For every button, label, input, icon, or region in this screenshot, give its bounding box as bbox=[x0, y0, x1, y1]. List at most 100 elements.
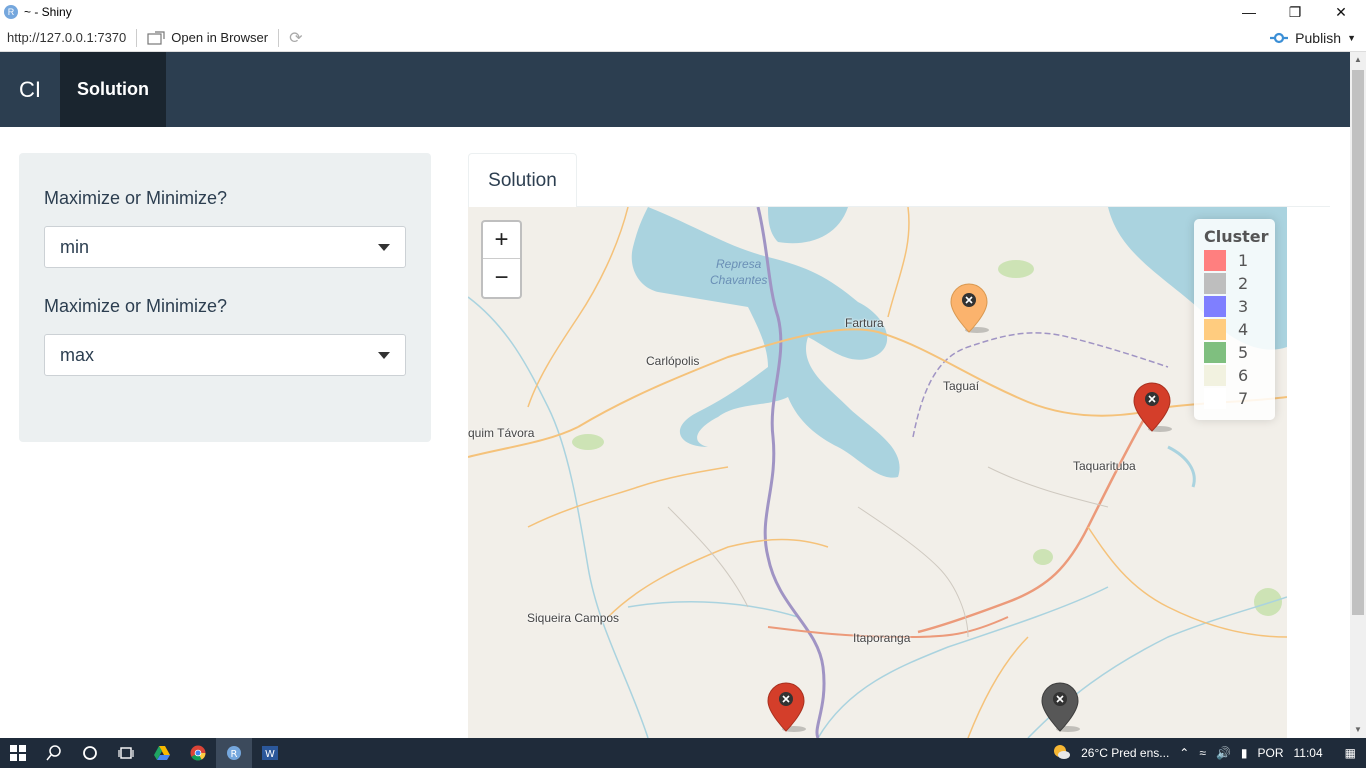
svg-text:W: W bbox=[265, 749, 275, 760]
legend-item-label: 1 bbox=[1238, 251, 1249, 270]
zoom-control: + − bbox=[481, 220, 522, 299]
windows-start-icon[interactable] bbox=[0, 738, 36, 768]
search-icon[interactable] bbox=[36, 738, 72, 768]
chrome-logo-icon bbox=[190, 745, 206, 761]
app-navbar: CI Solution bbox=[0, 52, 1350, 127]
legend-swatch bbox=[1204, 388, 1226, 409]
legend-swatch bbox=[1204, 296, 1226, 317]
system-tray: 26°C Pred ens... ⌃ ≈ 🔊 ▮ POR 11:04 ▦ bbox=[1051, 738, 1366, 768]
restore-button[interactable]: ❐ bbox=[1272, 0, 1318, 24]
scrollbar-thumb[interactable] bbox=[1352, 70, 1364, 615]
leaflet-map[interactable]: Represa Chavantes Fartura Carlópolis Tag… bbox=[468, 207, 1287, 738]
tab-solution[interactable]: Solution bbox=[468, 153, 577, 208]
legend-item: 2 bbox=[1204, 272, 1265, 295]
publish-icon bbox=[1270, 32, 1289, 44]
publish-dropdown-icon[interactable]: ▼ bbox=[1347, 33, 1356, 43]
scroll-down-arrow-icon[interactable]: ▼ bbox=[1350, 722, 1366, 738]
map-marker-cluster-4[interactable] bbox=[949, 282, 989, 334]
battery-icon[interactable]: ▮ bbox=[1241, 746, 1248, 760]
word-logo-icon: W bbox=[262, 746, 278, 760]
minimize-button[interactable]: — bbox=[1226, 0, 1272, 24]
close-window-button[interactable]: ✕ bbox=[1318, 0, 1364, 24]
legend-swatch bbox=[1204, 319, 1226, 340]
viewer-toolbar: http://127.0.0.1:7370 Open in Browser ⟳ … bbox=[0, 24, 1366, 52]
place-label-taquarituba: Taquarituba bbox=[1073, 459, 1136, 473]
window-title: ~ - Shiny bbox=[24, 5, 72, 19]
windows-logo-icon bbox=[10, 745, 26, 761]
reservoir-label: Represa Chavantes bbox=[710, 256, 767, 288]
place-label-taguai: Taguaí bbox=[943, 379, 980, 393]
legend-item-label: 2 bbox=[1238, 274, 1249, 293]
legend-swatch bbox=[1204, 273, 1226, 294]
zoom-in-button[interactable]: + bbox=[483, 222, 520, 259]
task-view-glyph-icon bbox=[118, 747, 134, 759]
open-in-browser-button[interactable]: Open in Browser bbox=[147, 30, 268, 45]
legend-title: Cluster bbox=[1204, 227, 1269, 246]
legend-swatch bbox=[1204, 342, 1226, 363]
legend-item-label: 4 bbox=[1238, 320, 1249, 339]
task-view-icon[interactable] bbox=[108, 738, 144, 768]
objective-label-2: Maximize or Minimize? bbox=[44, 296, 228, 316]
toolbar-separator bbox=[278, 28, 280, 47]
nav-tab-solution[interactable]: Solution bbox=[60, 52, 166, 127]
browser-window-icon bbox=[147, 30, 165, 45]
legend-item-label: 5 bbox=[1238, 343, 1249, 362]
legend-item: 4 bbox=[1204, 318, 1265, 341]
legend-item: 5 bbox=[1204, 341, 1265, 364]
map-basemap bbox=[468, 207, 1287, 738]
chevron-down-icon bbox=[378, 351, 390, 359]
legend-item-label: 7 bbox=[1238, 389, 1249, 408]
zoom-out-button[interactable]: − bbox=[483, 259, 520, 296]
legend-item-label: 3 bbox=[1238, 297, 1249, 316]
toolbar-separator bbox=[136, 28, 138, 47]
cortana-icon[interactable] bbox=[72, 738, 108, 768]
window-titlebar: R ~ - Shiny — ❐ ✕ bbox=[0, 0, 1366, 24]
magnifier-icon bbox=[46, 745, 61, 761]
rstudio-taskbar-icon[interactable]: R bbox=[216, 738, 252, 768]
navbar-brand[interactable]: CI bbox=[0, 52, 60, 127]
legend-item: 1 bbox=[1204, 249, 1265, 272]
map-marker-cluster-1[interactable] bbox=[1132, 381, 1172, 433]
chevron-down-icon bbox=[378, 243, 390, 251]
objective-select-1[interactable]: min bbox=[44, 226, 406, 268]
svg-text:R: R bbox=[231, 749, 238, 760]
page-scrollbar[interactable]: ▲ ▼ bbox=[1350, 52, 1366, 738]
weather-text[interactable]: 26°C Pred ens... bbox=[1081, 746, 1169, 760]
drive-triangle-icon bbox=[154, 746, 170, 760]
cluster-legend: Cluster 1 2 3 4 5 6 7 bbox=[1194, 219, 1275, 420]
objective-label-1: Maximize or Minimize? bbox=[44, 188, 228, 208]
circle-icon bbox=[83, 746, 97, 760]
url-display: http://127.0.0.1:7370 bbox=[7, 30, 127, 45]
place-label-carlopolis: Carlópolis bbox=[646, 354, 700, 368]
refresh-icon[interactable]: ⟳ bbox=[289, 28, 302, 48]
publish-button[interactable]: Publish ▼ bbox=[1269, 24, 1356, 52]
scroll-up-arrow-icon[interactable]: ▲ bbox=[1350, 52, 1366, 68]
reservoir-label-line1: Represa bbox=[716, 257, 762, 271]
place-label-fartura: Fartura bbox=[845, 316, 884, 330]
map-marker-cluster-1[interactable] bbox=[766, 681, 806, 733]
wifi-icon[interactable]: ≈ bbox=[1199, 746, 1206, 760]
objective-select-1-value: min bbox=[60, 236, 90, 257]
notifications-icon[interactable]: ▦ bbox=[1345, 746, 1356, 760]
objective-select-2-value: max bbox=[60, 344, 95, 365]
legend-swatch bbox=[1204, 365, 1226, 386]
publish-label: Publish bbox=[1295, 30, 1342, 46]
main-tabset: Solution bbox=[468, 153, 1330, 208]
objective-select-2[interactable]: max bbox=[44, 334, 406, 376]
map-marker-cluster-2[interactable] bbox=[1040, 681, 1080, 733]
clock[interactable]: 11:04 bbox=[1294, 746, 1323, 760]
chevron-up-icon[interactable]: ⌃ bbox=[1179, 746, 1189, 760]
language-indicator[interactable]: POR bbox=[1258, 746, 1284, 760]
legend-item: 7 bbox=[1204, 387, 1265, 410]
legend-swatch bbox=[1204, 250, 1226, 271]
weather-icon[interactable] bbox=[1051, 743, 1071, 764]
word-icon[interactable]: W bbox=[252, 738, 288, 768]
volume-icon[interactable]: 🔊 bbox=[1216, 746, 1231, 760]
place-label-itaporanga: Itaporanga bbox=[853, 631, 911, 645]
place-label-siqueira-campos: Siqueira Campos bbox=[527, 611, 620, 625]
chrome-icon[interactable] bbox=[180, 738, 216, 768]
google-drive-icon[interactable] bbox=[144, 738, 180, 768]
reservoir-label-line2: Chavantes bbox=[710, 273, 768, 287]
open-in-browser-label: Open in Browser bbox=[171, 30, 269, 45]
legend-item: 6 bbox=[1204, 364, 1265, 387]
